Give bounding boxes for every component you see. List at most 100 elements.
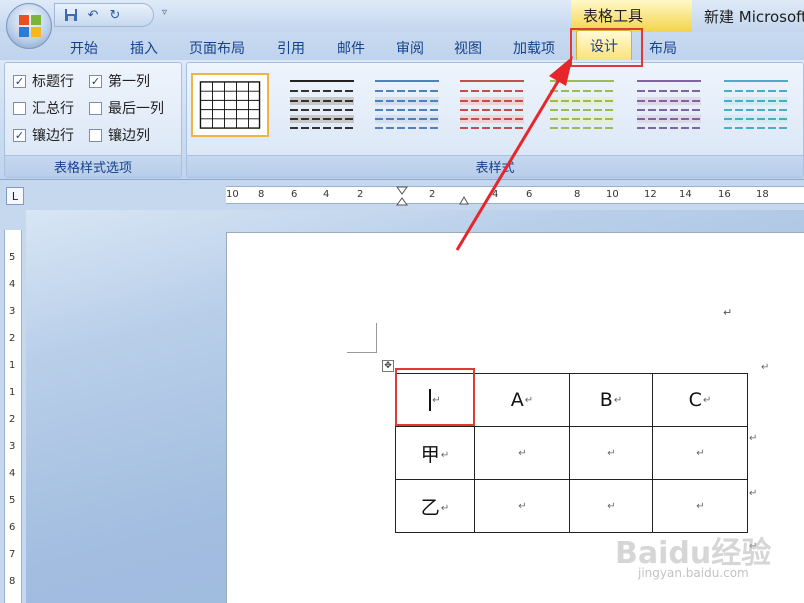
- row-end-mark: ↵: [749, 433, 758, 444]
- table-styles-label: 表样式: [187, 155, 803, 177]
- contextual-tab-title: 表格工具: [571, 0, 692, 32]
- ruler-tick-label: 1: [9, 360, 16, 371]
- tab-references[interactable]: 引用: [277, 38, 305, 58]
- ruler-tick-label: 8: [9, 576, 16, 587]
- ruler-tick-label: 4: [9, 468, 16, 479]
- tab-view[interactable]: 视图: [454, 38, 482, 58]
- title-bar: ↶ ↻ ▿ 表格工具 新建 Microsoft: [0, 0, 804, 32]
- row-end-mark: ↵: [749, 488, 758, 499]
- row-end-mark: ↵: [761, 362, 770, 373]
- office-logo-icon: [19, 15, 41, 37]
- ruler-row: L 10 8 6 4 2 2 4 6 8 10 12 14 16 18: [0, 180, 804, 210]
- undo-icon[interactable]: ↶: [85, 7, 101, 23]
- tab-home[interactable]: 开始: [70, 38, 98, 58]
- paragraph-mark: ↵: [723, 306, 733, 319]
- last-column-checkbox[interactable]: [89, 101, 102, 115]
- baidu-watermark-url: jingyan.baidu.com: [638, 566, 749, 580]
- ruler-tick-label: 18: [756, 189, 769, 200]
- table-style-swatch-plain-grid[interactable]: [191, 73, 269, 137]
- table-cell-r3c2[interactable]: ↵: [474, 479, 570, 533]
- ruler-tick-label: 6: [291, 189, 298, 200]
- ruler-tick-label: 3: [9, 306, 16, 317]
- table-style-swatch-light-aqua[interactable]: [717, 73, 795, 137]
- table-cell-r1c3[interactable]: B↵: [569, 373, 653, 427]
- table-style-swatch-light-red[interactable]: [453, 73, 531, 137]
- ruler-tick-label: 10: [226, 189, 239, 200]
- table-row: ↵ A↵ B↵ C↵: [395, 373, 748, 427]
- total-row-checkbox[interactable]: [13, 101, 26, 115]
- first-column-checkbox[interactable]: ✓: [89, 74, 102, 88]
- ruler-tick-label: 6: [526, 189, 533, 200]
- light-purple-swatch-icon: [637, 80, 701, 129]
- ruler-tick-label: 5: [9, 252, 16, 263]
- light-red-swatch-icon: [460, 80, 524, 129]
- tab-page-layout[interactable]: 页面布局: [189, 38, 245, 58]
- tab-layout[interactable]: 布局: [649, 38, 677, 58]
- table-cell-r3c1[interactable]: 乙↵: [395, 479, 475, 533]
- save-icon[interactable]: [63, 7, 79, 23]
- table-row: 乙↵ ↵ ↵ ↵: [395, 479, 748, 533]
- ruler-tick-label: 2: [9, 333, 16, 344]
- tab-stop-selector[interactable]: L: [6, 187, 24, 205]
- header-row-option[interactable]: ✓ 标题行: [13, 71, 74, 91]
- ruler-tick-label: 2: [9, 414, 16, 425]
- table-cell-r2c4[interactable]: ↵: [652, 426, 748, 480]
- ruler-tick-label: 4: [9, 279, 16, 290]
- light-shading-swatch-icon: [290, 80, 354, 129]
- ruler-tick-label: 1: [9, 387, 16, 398]
- banded-rows-option[interactable]: ✓ 镶边行: [13, 125, 74, 145]
- header-row-checkbox[interactable]: ✓: [13, 74, 26, 88]
- table-style-swatch-light-green[interactable]: [543, 73, 621, 137]
- table-move-handle-icon[interactable]: ✥: [382, 360, 394, 372]
- ribbon: ✓ 标题行 ✓ 第一列 汇总行 最后一列 ✓ 镶边行 镶边列 表格样式选项 表样…: [0, 60, 804, 180]
- table-cell-r1c4[interactable]: C↵: [652, 373, 748, 427]
- banded-columns-option[interactable]: 镶边列: [89, 125, 150, 145]
- ruler-tick-label: 16: [718, 189, 731, 200]
- light-green-swatch-icon: [550, 80, 614, 129]
- ruler-tick-label: 2: [357, 189, 364, 200]
- table-cell-r2c3[interactable]: ↵: [569, 426, 653, 480]
- banded-columns-checkbox[interactable]: [89, 128, 102, 142]
- office-button[interactable]: [6, 3, 52, 49]
- horizontal-ruler[interactable]: 10 8 6 4 2 2 4 6 8 10 12 14 16 18: [226, 186, 804, 206]
- table-style-swatch-light-shading[interactable]: [283, 73, 361, 137]
- word-table[interactable]: ↵ A↵ B↵ C↵ 甲↵ ↵ ↵ ↵ 乙↵ ↵ ↵ ↵: [395, 373, 748, 533]
- ruler-tick-label: 4: [492, 189, 499, 200]
- table-style-options-label: 表格样式选项: [5, 155, 181, 177]
- table-style-options-group: ✓ 标题行 ✓ 第一列 汇总行 最后一列 ✓ 镶边行 镶边列 表格样式选项: [4, 62, 182, 178]
- tab-insert[interactable]: 插入: [130, 38, 158, 58]
- table-cell-r2c2[interactable]: ↵: [474, 426, 570, 480]
- table-cell-r1c1[interactable]: ↵: [395, 373, 475, 427]
- right-indent-marker-icon[interactable]: [459, 195, 469, 205]
- light-aqua-swatch-icon: [724, 80, 788, 129]
- redo-icon[interactable]: ↻: [107, 7, 123, 23]
- tab-design[interactable]: 设计: [576, 30, 632, 60]
- banded-rows-checkbox[interactable]: ✓: [13, 128, 26, 142]
- table-cell-r3c3[interactable]: ↵: [569, 479, 653, 533]
- table-cell-r3c4[interactable]: ↵: [652, 479, 748, 533]
- table-style-swatch-light-blue[interactable]: [368, 73, 446, 137]
- first-column-option[interactable]: ✓ 第一列: [89, 71, 150, 91]
- ruler-tick-label: 10: [606, 189, 619, 200]
- table-cell-r1c2[interactable]: A↵: [474, 373, 570, 427]
- table-styles-group: 表样式: [186, 62, 804, 178]
- tab-mailings[interactable]: 邮件: [337, 38, 365, 58]
- qat-dropdown-icon[interactable]: ▿: [162, 7, 167, 18]
- table-style-swatch-light-purple[interactable]: [630, 73, 708, 137]
- ruler-tick-label: 3: [9, 441, 16, 452]
- total-row-option[interactable]: 汇总行: [13, 98, 74, 118]
- vertical-ruler[interactable]: 5 4 3 2 1 1 2 3 4 5 6 7 8: [4, 230, 22, 603]
- ruler-tick-label: 4: [323, 189, 330, 200]
- ribbon-tab-bar: 开始 插入 页面布局 引用 邮件 审阅 视图 加载项 布局: [0, 32, 804, 60]
- ruler-tick-label: 2: [429, 189, 436, 200]
- table-cell-r2c1[interactable]: 甲↵: [395, 426, 475, 480]
- last-column-option[interactable]: 最后一列: [89, 98, 164, 118]
- ruler-tick-label: 8: [574, 189, 581, 200]
- light-blue-swatch-icon: [375, 80, 439, 129]
- tab-add-ins[interactable]: 加载项: [513, 38, 555, 58]
- text-cursor: [429, 389, 432, 412]
- quick-access-toolbar: ↶ ↻: [54, 3, 154, 27]
- first-line-indent-marker-icon[interactable]: [396, 186, 408, 206]
- tab-review[interactable]: 审阅: [396, 38, 424, 58]
- ruler-tick-label: 5: [9, 495, 16, 506]
